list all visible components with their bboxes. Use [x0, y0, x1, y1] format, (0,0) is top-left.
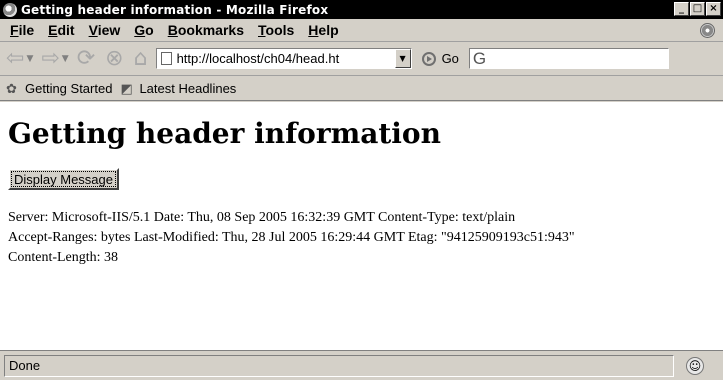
output-line: Content-Length: 38	[8, 250, 119, 265]
back-arrow-icon[interactable]: ⇦	[6, 47, 24, 70]
stop-icon[interactable]: ⊗	[105, 47, 123, 70]
menu-help[interactable]: Help	[302, 22, 346, 38]
home-icon[interactable]: ⌂	[134, 47, 148, 70]
status-face-icon[interactable]: ☺	[686, 356, 704, 375]
output-line: Server: Microsoft-IIS/5.1 Date: Thu, 08 …	[8, 210, 516, 225]
go-label: Go	[441, 51, 459, 66]
navigation-toolbar: ⇦ ▼ ⇨ ▼ ⟳ ⊗ ⌂ http://localhost/ch04/head…	[0, 42, 723, 76]
forward-arrow-icon[interactable]: ⇨	[41, 47, 59, 70]
page-content: Getting header information Display Messa…	[0, 102, 723, 350]
title-bar: Getting header information - Mozilla Fir…	[0, 0, 723, 19]
search-input[interactable]: G	[468, 48, 669, 69]
firefox-icon: ✿	[6, 80, 17, 96]
menu-file[interactable]: File	[4, 22, 42, 38]
bookmark-latest-headlines[interactable]: ◩ Latest Headlines	[120, 81, 236, 96]
minimize-button[interactable]: _	[674, 2, 689, 16]
menu-bar: File Edit View Go Bookmarks Tools Help	[0, 19, 723, 42]
bookmark-getting-started[interactable]: ✿ Getting Started	[6, 81, 112, 96]
menu-tools[interactable]: Tools	[252, 22, 302, 38]
go-button[interactable]: Go	[421, 51, 459, 66]
display-message-button[interactable]: Display Message	[8, 168, 119, 190]
maximize-button[interactable]: □	[690, 2, 705, 16]
page-icon	[160, 52, 172, 65]
menu-view[interactable]: View	[83, 22, 129, 38]
throbber-icon	[700, 23, 715, 38]
url-text: http://localhost/ch04/head.ht	[176, 51, 340, 66]
menu-edit[interactable]: Edit	[42, 22, 82, 38]
url-bar[interactable]: http://localhost/ch04/head.ht ▼	[155, 48, 412, 69]
window-controls: _ □ ×	[674, 2, 721, 16]
header-output: Server: Microsoft-IIS/5.1 Date: Thu, 08 …	[8, 208, 715, 268]
bookmark-label: Latest Headlines	[139, 81, 237, 96]
menu-bookmarks[interactable]: Bookmarks	[162, 22, 252, 38]
menu-go[interactable]: Go	[128, 22, 161, 38]
url-dropdown-icon[interactable]: ▼	[394, 49, 411, 68]
close-button[interactable]: ×	[706, 2, 721, 16]
forward-dropdown-icon[interactable]: ▼	[62, 54, 69, 64]
bookmark-label: Getting Started	[25, 81, 113, 96]
rss-icon: ◩	[120, 80, 133, 96]
page-heading: Getting header information	[8, 117, 441, 150]
firefox-icon	[3, 2, 17, 17]
window-title: Getting header information - Mozilla Fir…	[21, 2, 329, 17]
bookmarks-toolbar: ✿ Getting Started ◩ Latest Headlines	[0, 77, 723, 101]
output-line: Accept-Ranges: bytes Last-Modified: Thu,…	[8, 230, 575, 245]
back-dropdown-icon[interactable]: ▼	[26, 54, 33, 64]
go-icon	[421, 51, 436, 66]
status-text: Done	[4, 354, 674, 377]
status-bar: Done ☺	[0, 350, 723, 380]
search-engine-icon[interactable]: G	[473, 50, 486, 67]
reload-icon[interactable]: ⟳	[77, 47, 95, 70]
